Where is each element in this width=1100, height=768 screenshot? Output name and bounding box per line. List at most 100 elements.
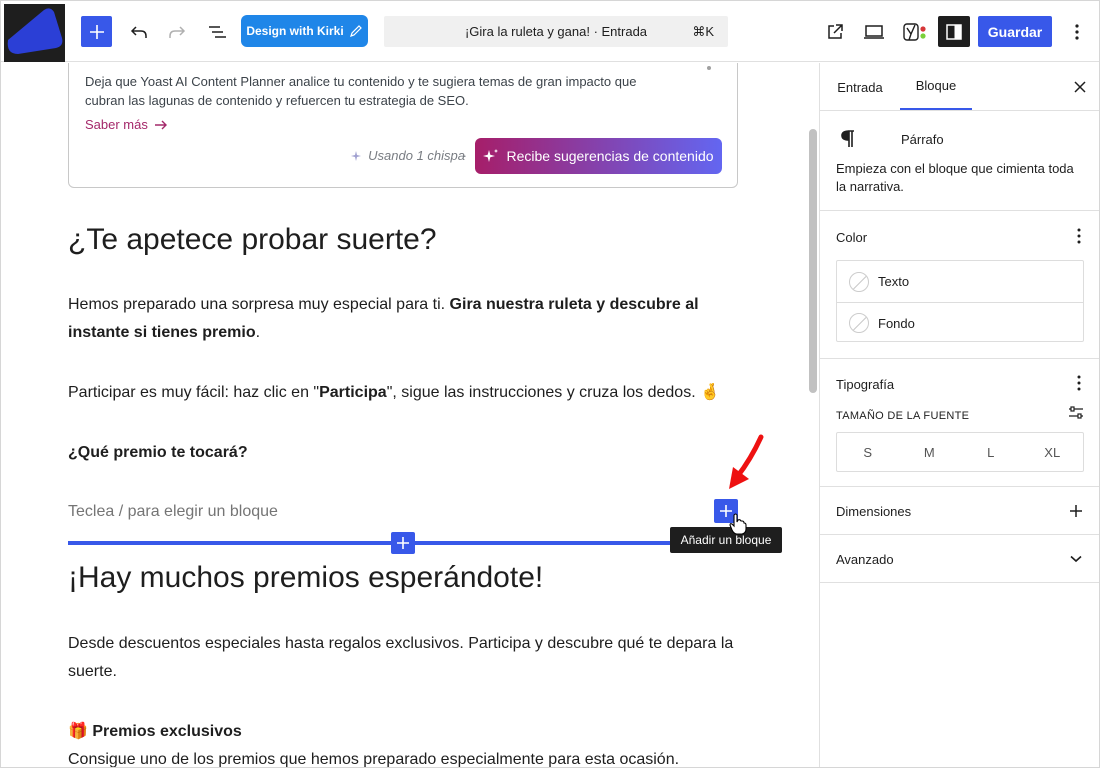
intro-end: . xyxy=(255,324,261,341)
custom-size-settings-icon[interactable] xyxy=(1068,406,1084,420)
heading-try-luck[interactable]: ¿Te apetece probar suerte? xyxy=(68,223,437,257)
typography-panel: Tipografía TAMAÑO DE LA FUENTE S M L XL xyxy=(820,359,1099,487)
exclusive-prizes-bold: 🎁 Premios exclusivos xyxy=(68,723,242,740)
arrow-right-icon xyxy=(154,120,167,129)
close-icon xyxy=(1074,81,1086,93)
command-palette-button[interactable]: ¡Gira la ruleta y gana! · Entrada ⌘K xyxy=(384,16,728,47)
redo-icon xyxy=(168,25,185,38)
add-dimension-button[interactable] xyxy=(1068,503,1084,519)
desktop-icon xyxy=(863,24,884,39)
chevron-down-icon xyxy=(1070,555,1082,563)
learn-more-label: Saber más xyxy=(85,117,148,132)
editor-canvas[interactable]: Deja que Yoast AI Content Planner analic… xyxy=(1,63,807,767)
cta-label: Recibe sugerencias de contenido xyxy=(506,148,714,164)
dimensions-panel-title: Dimensiones xyxy=(836,504,912,519)
plus-icon xyxy=(1070,505,1082,517)
command-shortcut: ⌘K xyxy=(692,24,714,39)
dimensions-panel[interactable]: Dimensiones xyxy=(820,487,1099,535)
hand-cursor-icon xyxy=(729,513,747,535)
undo-icon xyxy=(130,25,147,38)
font-size-l[interactable]: L xyxy=(960,433,1022,471)
spark-usage-note: Usando 1 chispa xyxy=(351,148,465,163)
sidebar-icon xyxy=(946,23,962,40)
background-color-option[interactable]: Fondo xyxy=(837,302,1083,343)
block-info-card: Párrafo Empieza con el bloque que cimien… xyxy=(820,111,1099,211)
empty-swatch-icon xyxy=(849,313,869,333)
list-view-icon xyxy=(208,25,226,38)
which-prize-bold: ¿Qué premio te tocará? xyxy=(68,444,248,461)
advanced-panel-title: Avanzado xyxy=(836,552,894,567)
participate-start: Participar es muy fácil: haz clic en " xyxy=(68,384,320,401)
add-block-tooltip: Añadir un bloque xyxy=(670,527,782,553)
block-inserter-button[interactable] xyxy=(81,16,112,47)
undo-button[interactable] xyxy=(123,16,154,47)
yoast-seo-button[interactable] xyxy=(898,16,929,47)
preview-device-button[interactable] xyxy=(858,16,889,47)
font-size-picker: S M L XL xyxy=(836,432,1084,472)
yoast-icon xyxy=(902,22,926,41)
font-size-xl[interactable]: XL xyxy=(1022,433,1084,471)
heading-many-prizes[interactable]: ¡Hay muchos premios esperándote! xyxy=(68,561,543,595)
yoast-content-planner-card: Deja que Yoast AI Content Planner analic… xyxy=(68,63,738,188)
kebab-icon xyxy=(1074,23,1079,40)
color-options-list: Texto Fondo xyxy=(836,260,1084,342)
separator-dot: · xyxy=(462,148,467,163)
design-with-kirki-button[interactable]: Design with Kirki xyxy=(241,15,368,47)
settings-sidebar-toggle[interactable] xyxy=(938,16,970,47)
plus-icon xyxy=(89,24,104,39)
font-size-s[interactable]: S xyxy=(837,433,899,471)
options-menu-button[interactable] xyxy=(1061,16,1092,47)
more-dot-icon[interactable] xyxy=(707,66,711,70)
advanced-panel[interactable]: Avanzado xyxy=(820,535,1099,583)
empty-swatch-icon xyxy=(849,271,869,292)
editor-window: Design with Kirki ¡Gira la ruleta y gana… xyxy=(0,0,1100,768)
tab-post[interactable]: Entrada xyxy=(836,63,884,111)
intro-text: Hemos preparado una sorpresa muy especia… xyxy=(68,296,446,313)
participate-bold: Participa xyxy=(319,384,387,401)
learn-more-link[interactable]: Saber más xyxy=(85,117,168,132)
insert-between-button[interactable] xyxy=(391,532,415,554)
empty-block-placeholder[interactable]: Teclea / para elegir un bloque xyxy=(68,503,278,521)
plus-icon xyxy=(397,537,409,549)
pencil-icon xyxy=(349,25,362,37)
close-sidebar-button[interactable] xyxy=(1070,77,1090,97)
view-post-button[interactable] xyxy=(819,16,850,47)
document-title: ¡Gira la ruleta y gana! · Entrada xyxy=(464,24,648,39)
typography-options-icon[interactable] xyxy=(1076,374,1082,392)
color-options-icon[interactable] xyxy=(1076,227,1082,245)
get-content-suggestions-button[interactable]: Recibe sugerencias de contenido xyxy=(475,138,722,174)
logo-icon xyxy=(7,8,63,54)
paragraph-get-prize[interactable]: Consigue uno de los premios que hemos pr… xyxy=(68,746,738,767)
canvas-scrollbar[interactable] xyxy=(807,63,819,767)
font-size-label: TAMAÑO DE LA FUENTE xyxy=(836,410,970,422)
tab-block[interactable]: Bloque xyxy=(900,63,972,110)
paragraph-which-prize[interactable]: ¿Qué premio te tocará? xyxy=(68,439,738,467)
scrollbar-thumb[interactable] xyxy=(809,129,817,393)
background-color-label: Fondo xyxy=(878,315,915,331)
text-color-label: Texto xyxy=(878,274,910,289)
typography-panel-title: Tipografía xyxy=(836,377,895,392)
site-logo[interactable] xyxy=(4,4,65,62)
external-link-icon xyxy=(827,23,843,39)
kirki-label: Design with Kirki xyxy=(246,24,344,38)
save-button[interactable]: Guardar xyxy=(978,16,1052,47)
paragraph-participate[interactable]: Participar es muy fácil: haz clic en "Pa… xyxy=(68,379,738,407)
color-panel: Color Texto Fondo xyxy=(820,211,1099,359)
font-size-m[interactable]: M xyxy=(899,433,961,471)
color-panel-title: Color xyxy=(836,230,868,245)
paragraph-exclusive-prizes[interactable]: 🎁 Premios exclusivos xyxy=(68,718,738,746)
document-overview-button[interactable] xyxy=(201,16,232,47)
red-arrow-annotation-icon xyxy=(729,434,764,489)
expand-advanced-button[interactable] xyxy=(1068,551,1084,567)
paragraph-discounts[interactable]: Desde descuentos especiales hasta regalo… xyxy=(68,630,738,686)
spark-note-label: Usando 1 chispa xyxy=(368,148,465,163)
paragraph-intro[interactable]: Hemos preparado una sorpresa muy especia… xyxy=(68,291,738,347)
block-description: Empieza con el bloque que cimienta toda … xyxy=(836,161,1074,194)
redo-button[interactable] xyxy=(161,16,192,47)
sparkle-icon xyxy=(351,150,362,161)
text-color-option[interactable]: Texto xyxy=(837,261,1083,302)
sidebar-tabs: Entrada Bloque xyxy=(820,63,1099,111)
settings-sidebar: Entrada Bloque Párrafo Empieza con el bl… xyxy=(819,63,1099,767)
yoast-description: Deja que Yoast AI Content Planner analic… xyxy=(85,74,637,108)
top-toolbar: Design with Kirki ¡Gira la ruleta y gana… xyxy=(1,1,1099,62)
